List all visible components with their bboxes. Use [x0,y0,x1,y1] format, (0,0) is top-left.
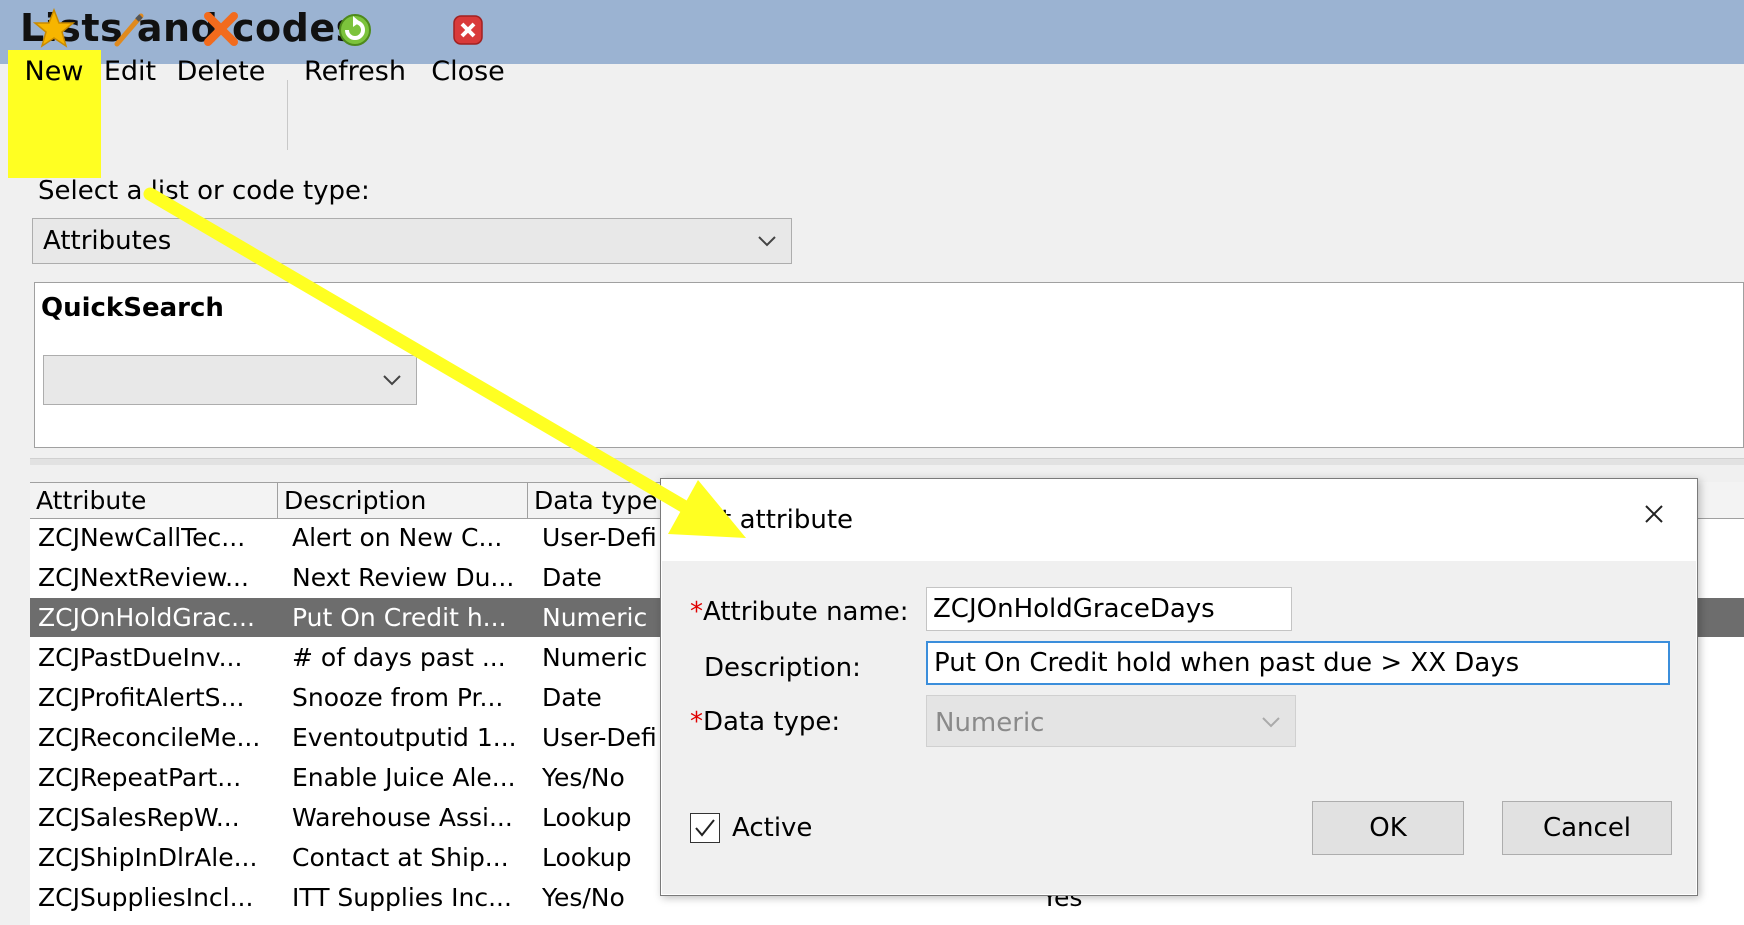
panel-separator [30,458,1744,465]
description-label: Description: [704,653,861,683]
description-field[interactable]: Put On Credit hold when past due > XX Da… [926,641,1670,685]
cancel-button[interactable]: Cancel [1502,801,1672,855]
cell-attribute: ZCJNextReview... [38,563,249,592]
attribute-name-label: *Attribute name: [690,597,909,627]
active-label: Active [732,813,813,843]
checkmark-icon [695,819,715,837]
edit-button[interactable]: Edit [100,8,160,87]
quicksearch-select[interactable] [43,355,417,405]
data-type-label: *Data type: [690,707,840,737]
cell-description: Put On Credit h... [292,603,507,632]
column-header-description[interactable]: Description [278,482,528,518]
cell-description: Snooze from Pr... [292,683,504,712]
refresh-button[interactable]: Refresh [302,8,408,87]
refresh-icon [339,14,371,46]
required-marker: * [690,597,703,627]
close-red-icon [453,15,483,45]
cell-attribute: ZCJNewCallTec... [38,523,246,552]
dialog-title: Edit attribute [681,505,854,535]
cell-attribute: ZCJSuppliesIncl... [38,883,254,912]
cell-description: ITT Supplies Inc... [292,883,512,912]
ok-button[interactable]: OK [1312,801,1464,855]
data-type-label-text: Data type: [703,707,841,737]
close-button[interactable]: Close [428,8,508,87]
column-header-attribute[interactable]: Attribute [30,482,278,518]
list-type-select[interactable]: Attributes [32,218,792,264]
quicksearch-title: QuickSearch [41,293,224,323]
cell-description: Alert on New C... [292,523,503,552]
list-type-value: Attributes [43,226,172,256]
cell-attribute: ZCJOnHoldGrac... [38,603,255,632]
chevron-down-icon [758,236,776,247]
quicksearch-panel: QuickSearch [34,282,1744,448]
attribute-name-field[interactable]: ZCJOnHoldGraceDays [926,587,1292,631]
cell-attribute: ZCJSalesRepW... [38,803,240,832]
toolbar-separator [287,80,288,150]
cell-description: # of days past ... [292,643,506,672]
data-type-value: Numeric [935,708,1045,738]
chevron-down-icon [1262,717,1280,728]
close-button-label: Close [431,56,505,87]
refresh-button-label: Refresh [304,56,406,87]
cell-attribute: ZCJShipInDlrAle... [38,843,258,872]
cell-description: Contact at Ship... [292,843,509,872]
chevron-down-icon [383,375,401,386]
new-button[interactable]: New [14,8,94,87]
delete-button-label: Delete [176,56,266,87]
cell-description: Enable Juice Ale... [292,763,516,792]
cell-description: Eventoutputid 1... [292,723,517,752]
edit-attribute-dialog: Edit attribute *Attribute name: ZCJOnHol… [660,478,1698,896]
data-type-select: Numeric [926,695,1296,747]
attribute-name-label-text: Attribute name: [703,597,909,627]
edit-button-label: Edit [103,56,157,87]
cell-attribute: ZCJPastDueInv... [38,643,243,672]
pencil-icon [114,13,144,47]
x-delete-icon [204,12,238,46]
cell-attribute: ZCJRepeatPart... [38,763,242,792]
cell-attribute: ZCJReconcileMe... [38,723,261,752]
required-marker: * [690,707,703,737]
cell-description: Next Review Du... [292,563,515,592]
close-icon[interactable] [1639,499,1669,529]
active-checkbox[interactable] [690,813,720,843]
cell-description: Warehouse Assi... [292,803,513,832]
star-icon [33,8,75,48]
new-button-label: New [24,56,84,87]
cell-attribute: ZCJProfitAlertS... [38,683,245,712]
delete-button[interactable]: Delete [176,8,266,87]
list-type-label: Select a list or code type: [38,176,370,206]
dialog-body: *Attribute name: ZCJOnHoldGraceDays Desc… [662,561,1696,894]
